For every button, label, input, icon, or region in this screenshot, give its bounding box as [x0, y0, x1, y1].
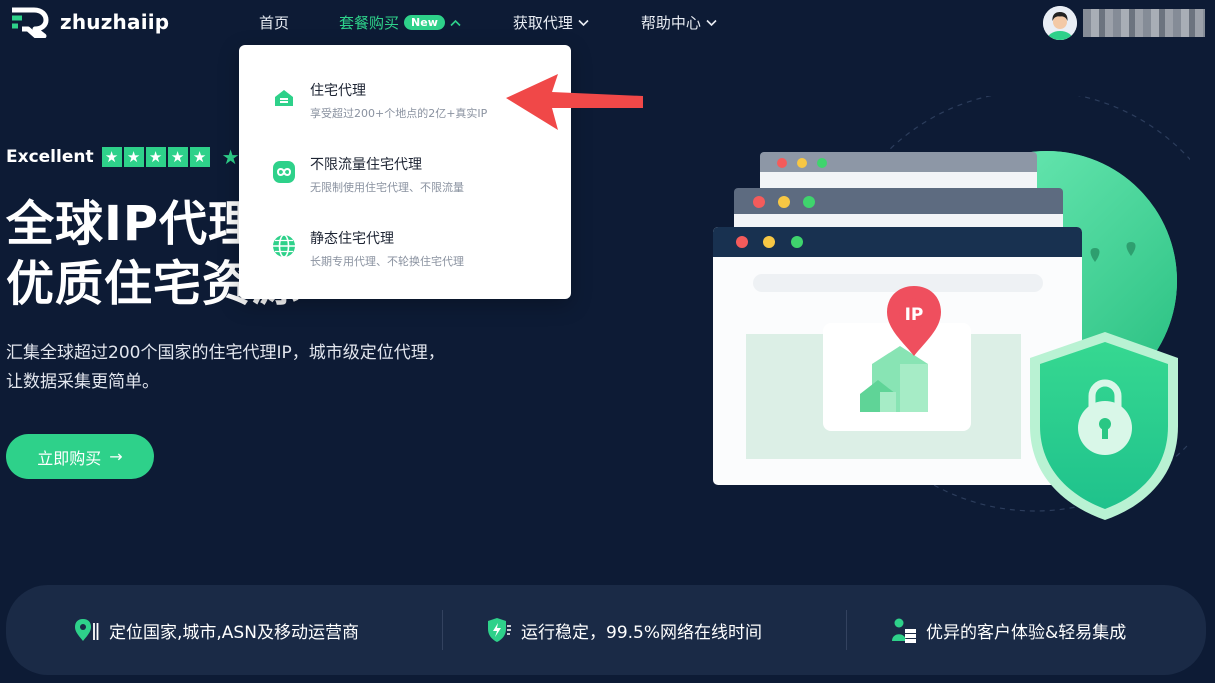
- infinity-icon: [273, 161, 295, 183]
- dropdown-item-desc: 长期专用代理、不轮换住宅代理: [310, 255, 464, 268]
- nav-packages-label: 套餐购买: [339, 14, 400, 32]
- star-icon: ★: [145, 147, 166, 167]
- chevron-down-icon: [706, 19, 717, 26]
- rating-label: Excellent: [6, 147, 94, 167]
- hero-subtitle: 汇集全球超过200个国家的住宅代理IP，城市级定位代理， 让数据采集更简单。: [6, 339, 445, 397]
- avatar[interactable]: [1043, 6, 1077, 40]
- hero-subtitle-line2: 让数据采集更简单。: [6, 372, 159, 392]
- dropdown-item-desc: 无限制使用住宅代理、不限流量: [310, 181, 464, 194]
- chevron-up-icon: [450, 19, 461, 26]
- feature-bar: 定位国家,城市,ASN及移动运营商 运行稳定，99.5%网络在线时间 优异的客户…: [6, 585, 1206, 675]
- nav-help-center[interactable]: 帮助中心: [641, 12, 717, 33]
- dropdown-item-unlimited-residential-proxy[interactable]: 不限流量住宅代理 无限制使用住宅代理、不限流量: [239, 154, 571, 224]
- logo-text: zhuzhaiip: [60, 10, 170, 34]
- feature-customer-experience: 优异的客户体验&轻易集成: [892, 585, 1126, 675]
- new-badge: New: [404, 15, 445, 30]
- feature-label: 优异的客户体验&轻易集成: [926, 622, 1127, 643]
- feature-label: 定位国家,城市,ASN及移动运营商: [109, 622, 359, 643]
- globe-icon: [273, 234, 295, 258]
- logo[interactable]: zhuzhaiip: [8, 6, 169, 38]
- nav-help-center-label: 帮助中心: [640, 14, 701, 32]
- nav-packages[interactable]: 套餐购买 New: [339, 12, 461, 33]
- ip-badge-text: IP: [905, 305, 924, 325]
- dropdown-item-title: 不限流量住宅代理: [310, 157, 422, 173]
- dropdown-item-desc: 享受超过200+个地点的2亿+真实IP: [310, 107, 488, 120]
- dropdown-item-title: 住宅代理: [310, 83, 366, 99]
- avatar-icon: [1043, 6, 1077, 40]
- nav-home-label: 首页: [259, 14, 290, 32]
- nav-get-proxy-label: 获取代理: [512, 14, 573, 32]
- home-icon: [272, 86, 296, 110]
- hero-subtitle-line1: 汇集全球超过200个国家的住宅代理IP，城市级定位代理，: [6, 343, 445, 363]
- main-nav: 首页 套餐购买 New 获取代理 帮助中心: [259, 12, 717, 33]
- divider: [846, 610, 847, 650]
- top-navbar: zhuzhaiip 首页 套餐购买 New 获取代理 帮助中心: [0, 0, 1215, 46]
- arrow-right-icon: →: [109, 447, 123, 466]
- star-icon: ★: [189, 147, 210, 167]
- star-icon: ★: [167, 147, 188, 167]
- location-pin-icon: [75, 619, 99, 641]
- annotation-arrow-icon: [506, 74, 643, 130]
- trustpilot-rating[interactable]: Excellent ★ ★ ★ ★ ★ ★ T: [6, 145, 257, 169]
- dropdown-item-title: 静态住宅代理: [310, 231, 394, 247]
- buy-now-button[interactable]: 立即购买 →: [6, 434, 154, 479]
- shield-bolt-icon: [488, 618, 511, 642]
- nav-get-proxy[interactable]: 获取代理: [513, 12, 589, 33]
- user-server-icon: [892, 618, 916, 643]
- hero-illustration: IP: [713, 96, 1190, 520]
- logo-icon: [12, 7, 49, 38]
- user-menu[interactable]: [1043, 6, 1205, 40]
- rating-stars: ★ ★ ★ ★ ★: [101, 147, 210, 167]
- feature-label: 运行稳定，99.5%网络在线时间: [521, 622, 763, 643]
- dropdown-item-static-residential-proxy[interactable]: 静态住宅代理 长期专用代理、不轮换住宅代理: [239, 228, 571, 298]
- divider: [442, 610, 443, 650]
- username-redacted: [1083, 9, 1205, 37]
- feature-stability: 运行稳定，99.5%网络在线时间: [487, 585, 762, 675]
- buy-now-label: 立即购买: [37, 448, 102, 468]
- star-icon: ★: [101, 147, 122, 167]
- feature-geo-targeting: 定位国家,城市,ASN及移动运营商: [75, 585, 359, 675]
- trustpilot-logo-icon: ★: [221, 145, 240, 169]
- star-icon: ★: [123, 147, 144, 167]
- nav-home[interactable]: 首页: [259, 12, 289, 33]
- chevron-down-icon: [578, 19, 589, 26]
